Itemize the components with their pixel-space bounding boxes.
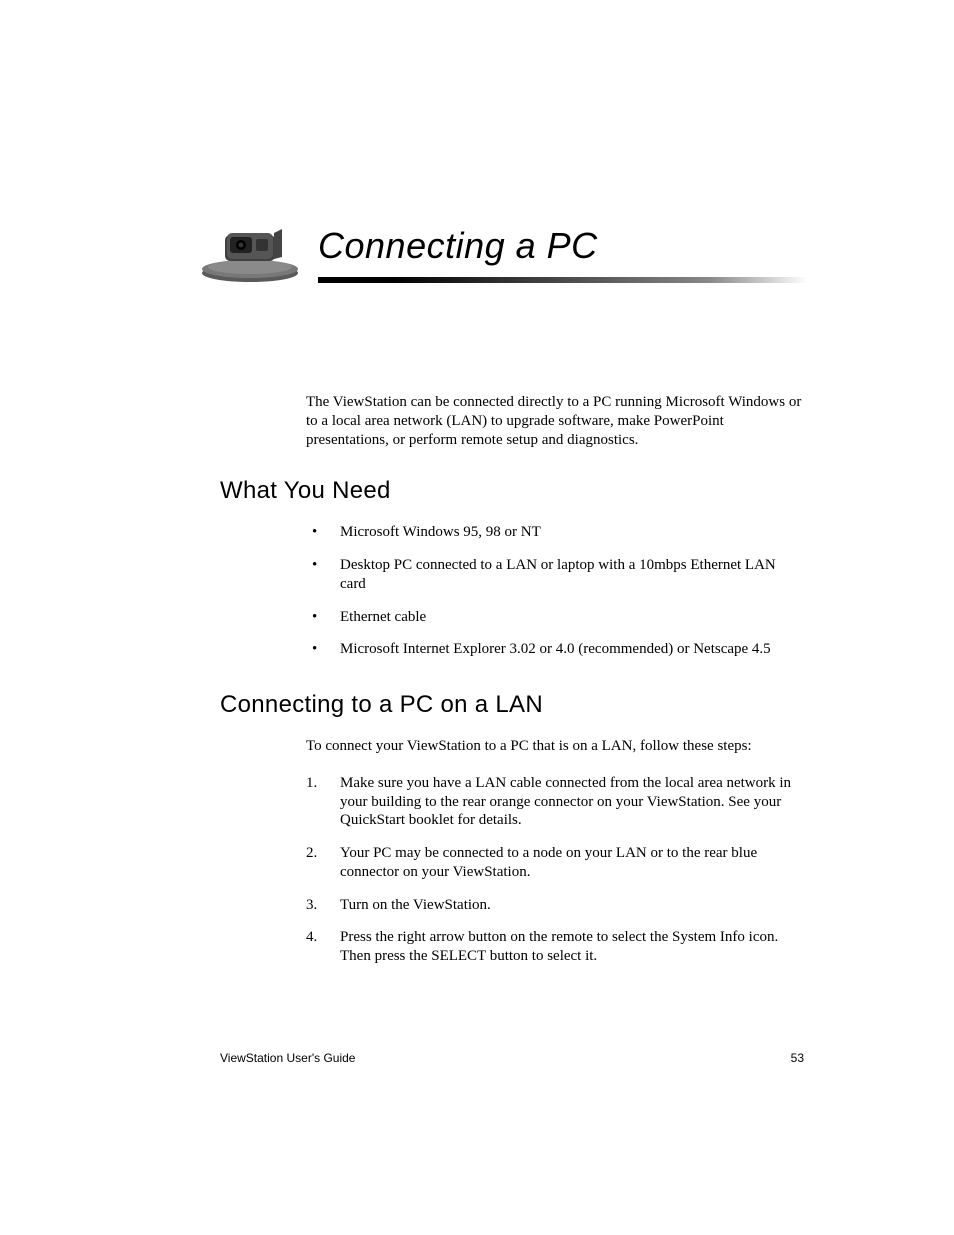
viewstation-device-icon	[200, 227, 300, 282]
steps-list: Make sure you have a LAN cable connected…	[306, 774, 804, 966]
requirements-list: Microsoft Windows 95, 98 or NT Desktop P…	[306, 523, 804, 659]
list-item: Your PC may be connected to a node on yo…	[306, 844, 804, 882]
list-item: Microsoft Windows 95, 98 or NT	[306, 523, 804, 542]
title-rule	[318, 277, 808, 283]
list-item: Desktop PC connected to a LAN or laptop …	[306, 556, 804, 594]
chapter-title: Connecting a PC	[318, 225, 804, 267]
document-page: Connecting a PC The ViewStation can be c…	[0, 0, 954, 966]
list-item: Press the right arrow button on the remo…	[306, 928, 804, 966]
page-number: 53	[791, 1051, 804, 1065]
section-heading-what-you-need: What You Need	[220, 477, 804, 505]
section2-intro: To connect your ViewStation to a PC that…	[306, 737, 804, 756]
chapter-header: Connecting a PC	[220, 225, 804, 283]
section-heading-connecting: Connecting to a PC on a LAN	[220, 691, 804, 719]
page-footer: ViewStation User's Guide 53	[220, 1051, 804, 1065]
footer-guide-name: ViewStation User's Guide	[220, 1051, 355, 1065]
list-item: Make sure you have a LAN cable connected…	[306, 774, 804, 830]
intro-paragraph: The ViewStation can be connected directl…	[306, 393, 804, 449]
list-item: Turn on the ViewStation.	[306, 896, 804, 915]
list-item: Microsoft Internet Explorer 3.02 or 4.0 …	[306, 640, 804, 659]
list-item: Ethernet cable	[306, 608, 804, 627]
